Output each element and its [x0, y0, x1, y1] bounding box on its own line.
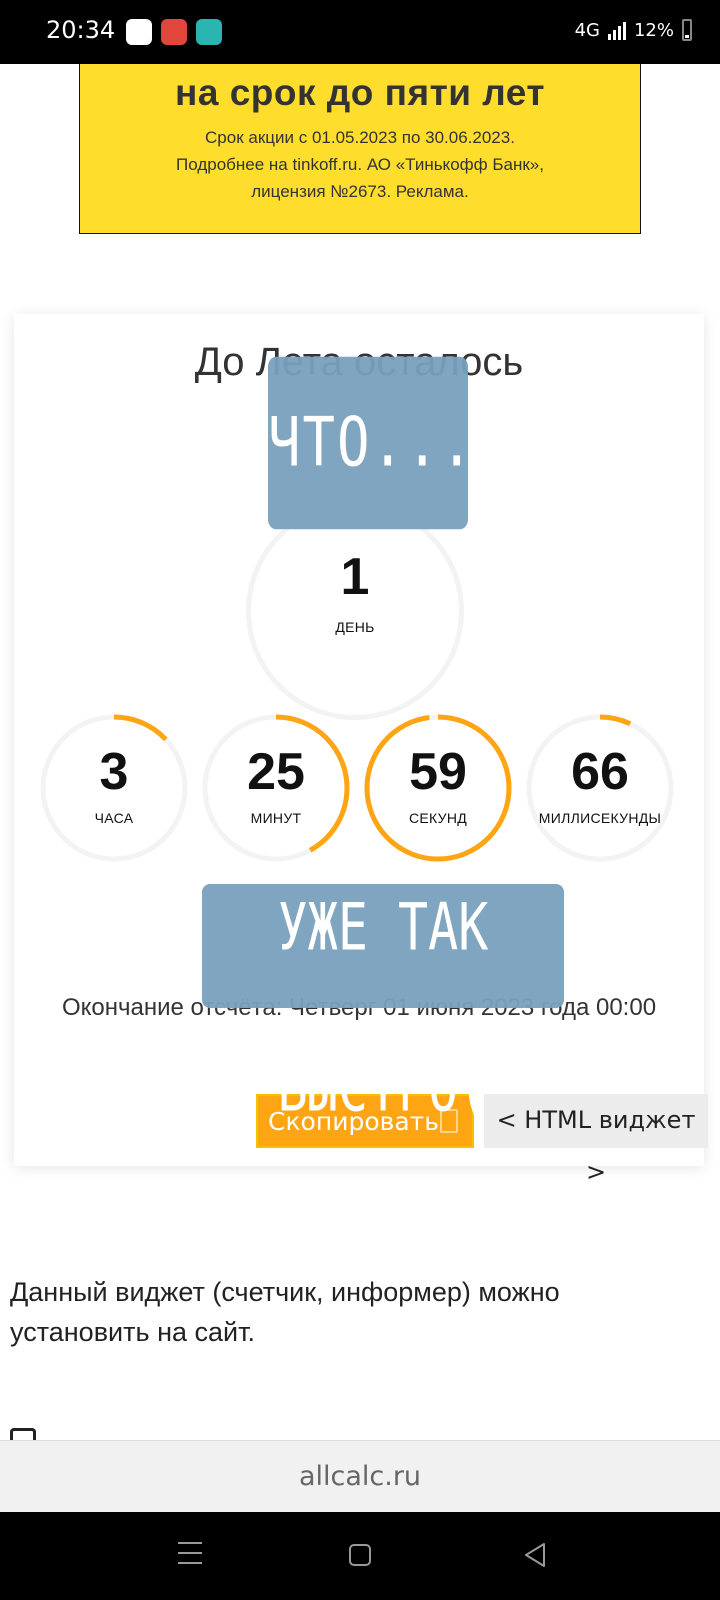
- minutes-value: 25: [247, 743, 305, 801]
- ad-disclaimer: Срок акции с 01.05.2023 по 30.06.2023. П…: [80, 124, 640, 205]
- ad-banner[interactable]: на срок до пяти лет Срок акции с 01.05.2…: [79, 64, 641, 234]
- status-indicators: 4G 12%: [575, 19, 692, 41]
- days-label: ДЕНЬ: [335, 619, 375, 635]
- ad-headline: на срок до пяти лет: [175, 72, 545, 113]
- days-value: 1: [340, 548, 370, 606]
- signal-icon: [607, 20, 626, 40]
- minutes-label: МИНУТ: [250, 810, 302, 826]
- screen: 20:34 4G 12% на срок до пяти лет Срок ак…: [0, 0, 720, 1600]
- system-nav-bar: [0, 1512, 720, 1600]
- health-app-icon: [126, 19, 152, 45]
- recent-apps-icon[interactable]: [178, 1542, 202, 1564]
- home-icon[interactable]: [349, 1544, 371, 1566]
- hours-circle: 3 ЧАСА: [38, 712, 190, 864]
- milliseconds-value: 66: [571, 743, 629, 801]
- status-time: 20:34: [46, 16, 116, 44]
- chat-app-icon: [196, 19, 222, 45]
- seconds-label: СЕКУНД: [408, 810, 468, 826]
- video-recorder-icon: [161, 19, 187, 45]
- status-bar: 20:34 4G 12%: [0, 0, 720, 64]
- back-icon[interactable]: [522, 1542, 548, 1568]
- battery-icon: [682, 19, 692, 41]
- minutes-circle: 25 МИНУТ: [200, 712, 352, 864]
- battery-percent: 12%: [633, 19, 674, 41]
- ad-line: лицензия №2673. Реклама.: [251, 182, 469, 201]
- network-type: 4G: [574, 19, 600, 41]
- seconds-value: 59: [409, 743, 467, 801]
- sticker-top-text: ЧТО...: [268, 403, 476, 482]
- ad-line: Срок акции с 01.05.2023 по 30.06.2023.: [205, 128, 515, 147]
- ad-line: Подробнее на tinkoff.ru. АО «Тинькофф Ба…: [176, 155, 544, 174]
- hours-value: 3: [99, 743, 129, 801]
- seconds-circle: 59 СЕКУНД: [362, 712, 514, 864]
- sticker-top: ЧТО...: [268, 356, 473, 530]
- sticker-bottom: УЖЕ ТАК БЫСТРО(: [202, 884, 564, 1126]
- hours-label: ЧАСА: [94, 810, 134, 826]
- widget-description: Данный виджет (счетчик, информер) можно …: [10, 1277, 560, 1347]
- sticker-bottom-text: УЖЕ ТАК БЫСТРО(: [277, 889, 489, 1127]
- milliseconds-label: МИЛЛИСЕКУНДЫ: [538, 810, 662, 826]
- milliseconds-circle: 66 МИЛЛИСЕКУНДЫ: [524, 712, 676, 864]
- days-circle: 1 ДЕНЬ: [246, 502, 464, 720]
- browser-url-bar[interactable]: allcalc.ru: [0, 1440, 720, 1512]
